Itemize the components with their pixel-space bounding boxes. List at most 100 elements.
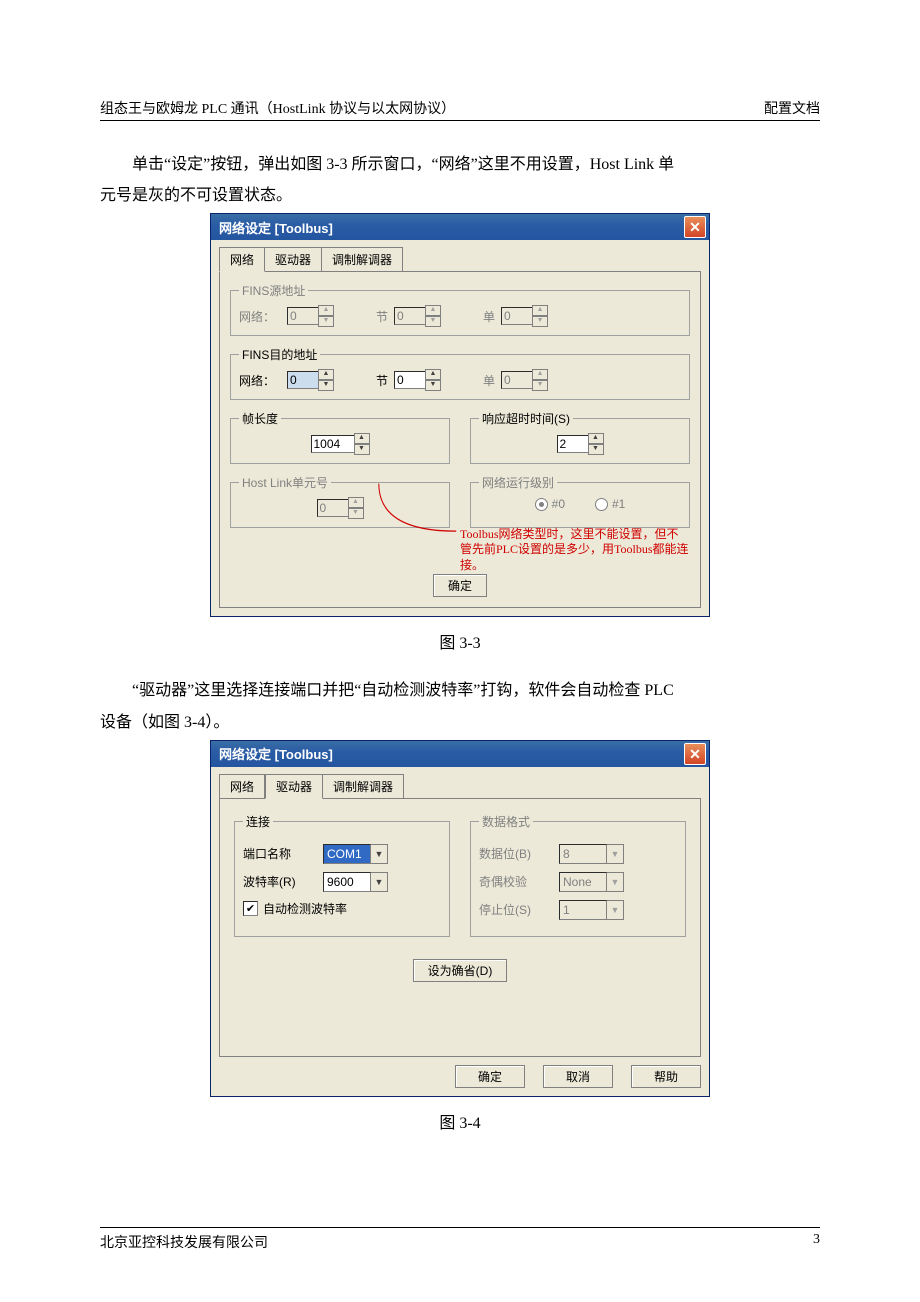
input-src-unit [501,307,533,325]
legend-hostlink-unit: Host Link单元号 [239,474,331,491]
spin-dst-unit: ▲▼ [501,369,548,391]
tabstrip: 网络 驱动器 调制解调器 [211,240,709,271]
input-hostlink-unit [317,499,349,517]
input-src-network [287,307,319,325]
label-network: 网络： [239,308,281,325]
legend-frame-length: 帧长度 [239,410,281,427]
spin-dst-node[interactable]: ▲▼ [394,369,441,391]
paragraph-2a: “驱动器”这里选择连接端口并把“自动检测波特率”打钩，软件会自动检查 PLC [100,677,820,704]
label-network: 网络： [239,372,281,389]
tab-body-driver: 连接 端口名称 ▼ 波特率(R) ▼ [219,798,701,1057]
fieldset-hostlink-unit: Host Link单元号 ▲▼ [230,474,450,528]
legend-timeout: 响应超时时间(S) [479,410,573,427]
help-button[interactable]: 帮助 [631,1065,701,1088]
input-baud-rate[interactable] [323,872,371,892]
tabstrip: 网络 驱动器 调制解调器 [211,767,709,798]
radio-level-1: #1 [595,497,625,511]
close-icon[interactable]: ✕ [684,216,706,238]
dialog-title: 网络设定 [Toolbus] [219,218,684,237]
tab-body-network: FINS源地址 网络： ▲▼ 节 ▲▼ [219,271,701,608]
dialog-title: 网络设定 [Toolbus] [219,744,684,763]
fieldset-fins-source: FINS源地址 网络： ▲▼ 节 ▲▼ [230,282,690,336]
input-timeout[interactable] [557,435,589,453]
spin-src-network: ▲▼ [287,305,334,327]
label-stop-bits: 停止位(S) [479,901,549,918]
tab-network[interactable]: 网络 [219,247,265,272]
close-icon[interactable]: ✕ [684,743,706,765]
label-unit: 单 [483,308,495,325]
dialog-network-settings-2: 网络设定 [Toolbus] ✕ 网络 驱动器 调制解调器 连接 端口名称 [210,740,710,1097]
cancel-button[interactable]: 取消 [543,1065,613,1088]
fieldset-connection: 连接 端口名称 ▼ 波特率(R) ▼ [234,813,450,937]
check-icon: ✔ [243,901,258,916]
chevron-down-icon[interactable]: ▼ [371,872,388,892]
radio-level-0: #0 [535,497,565,511]
fieldset-network-level: 网络运行级别 #0 #1 [470,474,690,528]
paragraph-2b: 设备（如图 3-4）。 [100,709,820,736]
ok-button[interactable]: 确定 [455,1065,525,1088]
dialog-button-bar: 确定 取消 帮助 [211,1065,709,1096]
header-right: 配置文档 [764,98,820,118]
label-data-bits: 数据位(B) [479,845,549,862]
checkbox-auto-detect-baud[interactable]: ✔ 自动检测波特率 [243,900,347,917]
label-port-name: 端口名称 [243,845,313,862]
label-node: 节 [376,372,388,389]
input-stop-bits [559,900,607,920]
page-footer: 北京亚控科技发展有限公司 3 [100,1227,820,1252]
ok-button[interactable]: 确定 [433,574,487,597]
input-parity [559,872,607,892]
input-dst-unit [501,371,533,389]
input-data-bits [559,844,607,864]
chevron-down-icon[interactable]: ▼ [371,844,388,864]
dropdown-baud-rate[interactable]: ▼ [323,872,388,892]
label-node: 节 [376,308,388,325]
tab-modem[interactable]: 调制解调器 [323,774,404,799]
dropdown-port-name[interactable]: ▼ [323,844,388,864]
legend-data-format: 数据格式 [479,813,533,830]
fieldset-data-format: 数据格式 数据位(B) ▼ 奇偶校验 ▼ [470,813,686,937]
dialog-network-settings-1: 网络设定 [Toolbus] ✕ 网络 驱动器 调制解调器 FINS源地址 网络… [210,213,710,617]
legend-network-level: 网络运行级别 [479,474,557,491]
spin-hostlink-unit: ▲▼ [317,497,364,519]
dropdown-stop-bits: ▼ [559,900,624,920]
annotation-text: Toolbus网络类型时，这里不能设置，但不管先前PLC设置的是多少，用Tool… [460,527,690,574]
input-port-name[interactable] [323,844,371,864]
caption-figure-3-3: 图 3-3 [100,629,820,653]
fieldset-timeout: 响应超时时间(S) ▲▼ [470,410,690,464]
label-auto-detect-baud: 自动检测波特率 [263,900,347,917]
paragraph-1b: 元号是灰的不可设置状态。 [100,182,820,209]
fieldset-fins-dest: FINS目的地址 网络： ▲▼ 节 ▲▼ [230,346,690,400]
tab-driver[interactable]: 驱动器 [265,774,323,799]
header-left: 组态王与欧姆龙 PLC 通讯（HostLink 协议与以太网协议） [100,98,455,118]
input-src-node [394,307,426,325]
chevron-down-icon: ▼ [607,844,624,864]
input-dst-network[interactable] [287,371,319,389]
titlebar[interactable]: 网络设定 [Toolbus] ✕ [211,741,709,767]
chevron-down-icon: ▼ [607,872,624,892]
legend-fins-source: FINS源地址 [239,282,308,299]
caption-figure-3-4: 图 3-4 [100,1109,820,1133]
spin-frame-length[interactable]: ▲▼ [311,433,370,455]
set-default-button[interactable]: 设为确省(D) [413,959,508,982]
spin-src-node: ▲▼ [394,305,441,327]
page-header: 组态王与欧姆龙 PLC 通讯（HostLink 协议与以太网协议） 配置文档 [100,98,820,121]
tab-driver[interactable]: 驱动器 [265,247,322,272]
dropdown-data-bits: ▼ [559,844,624,864]
dropdown-parity: ▼ [559,872,624,892]
tab-network[interactable]: 网络 [219,774,265,799]
input-frame-length[interactable] [311,435,355,453]
legend-connection: 连接 [243,813,273,830]
input-dst-node[interactable] [394,371,426,389]
spin-dst-network[interactable]: ▲▼ [287,369,334,391]
chevron-down-icon: ▼ [607,900,624,920]
spin-src-unit: ▲▼ [501,305,548,327]
fieldset-frame-length: 帧长度 ▲▼ [230,410,450,464]
label-baud-rate: 波特率(R) [243,873,313,890]
label-parity: 奇偶校验 [479,873,549,890]
tab-modem[interactable]: 调制解调器 [322,247,403,272]
titlebar[interactable]: 网络设定 [Toolbus] ✕ [211,214,709,240]
spin-timeout[interactable]: ▲▼ [557,433,604,455]
footer-page-number: 3 [813,1232,820,1252]
label-unit: 单 [483,372,495,389]
paragraph-1a: 单击“设定”按钮，弹出如图 3-3 所示窗口，“网络”这里不用设置，Host L… [100,151,820,178]
